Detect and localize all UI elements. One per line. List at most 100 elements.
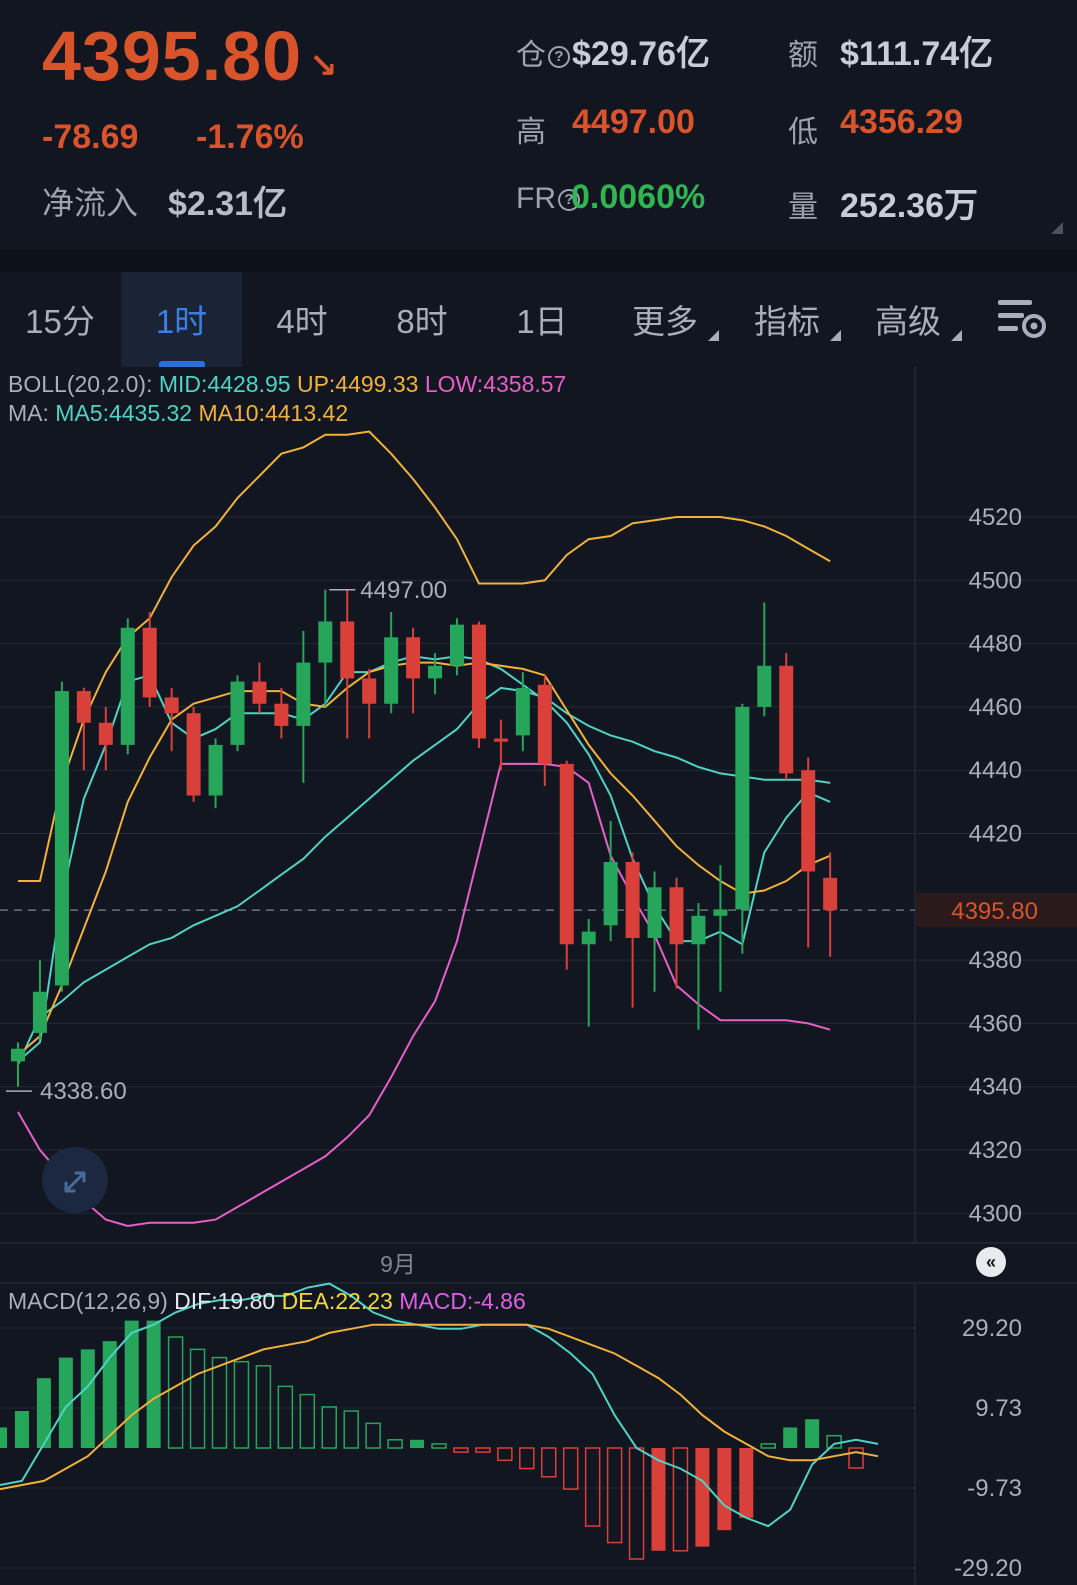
high-value: 4497.00 [572,103,695,141]
x-axis-date-label: 9月 [380,1251,416,1277]
candle-down [142,627,157,698]
macd-bar-negative [453,1447,469,1453]
candle-down [274,703,289,726]
price-tick-label: 4420 [969,821,1022,848]
candle-down [559,763,574,945]
macd-bar-positive [0,1427,7,1449]
ticker-header: 4395.80 ↘ -78.69 -1.76% 净流入 $2.31亿 仓? $2… [0,0,1077,250]
tab-advanced[interactable]: 高级 [858,272,962,367]
scroll-to-latest-icon[interactable]: « [976,1247,1006,1277]
candle-up [32,991,47,1033]
high-marker-label: 4497.00 [360,577,447,604]
series-line-ma5 [17,655,831,1063]
macd-bar-negative [628,1447,645,1560]
macd-bar-positive [321,1406,337,1449]
macd-bar-negative [541,1447,557,1478]
macd-bar-negative [519,1447,535,1470]
netflow-label: 净流入 [42,185,139,221]
candle-up [515,687,530,736]
boll-legend: BOLL(20,2.0): MID:4428.95 UP:4499.33 LOW… [8,371,567,397]
macd-bar-positive [14,1411,29,1449]
down-arrow-icon: ↘ [309,47,338,85]
high-label: 高 [516,116,546,149]
macd-bar-positive [805,1419,820,1449]
divider [0,250,1077,272]
candle-up [735,706,750,910]
price-tick-label: 4520 [969,504,1022,531]
candle-down [98,722,113,745]
volume-value: 252.36万 [840,187,978,225]
open-interest-value: $29.76亿 [572,35,710,73]
macd-bar-negative [606,1447,623,1544]
macd-bar-positive [410,1439,425,1449]
candle-up [691,915,706,945]
candle-up [318,621,333,663]
turnover-label: 额 [788,39,818,72]
kline-chart[interactable]: 4520 4500 4480 4460 4440 4420 4380 4360 4340 4320… [0,367,1077,1585]
price-tick-label: 4340 [969,1074,1022,1101]
macd-bar-positive [387,1439,403,1449]
macd-tick-label: 9.73 [975,1395,1022,1422]
last-price: 4395.80 [42,17,303,95]
candle-up [581,931,596,945]
low-label: 低 [788,116,818,149]
macd-bar-positive [783,1427,798,1449]
tab-more[interactable]: 更多 [615,272,719,367]
series-line-up [18,430,831,882]
expand-corner-icon[interactable] [1051,222,1063,234]
tab-indicators[interactable]: 指标 [737,272,841,367]
price-tick-label: 4460 [969,694,1022,721]
candle-up [384,637,399,704]
candle-up [11,1048,25,1062]
candle-down [362,678,377,704]
netflow-value: $2.31亿 [168,185,288,223]
turnover-value: $111.74亿 [840,35,994,73]
dropdown-icon [951,330,962,341]
candle-down [537,684,552,764]
price-change: -78.69 [42,118,139,156]
candle-up [603,861,618,926]
candle-down [823,877,838,911]
macd-tick-label: -9.73 [967,1475,1022,1502]
candle-down [406,637,421,679]
macd-bar-negative [848,1447,864,1469]
open-interest-label[interactable]: 仓? [516,30,572,74]
chart-settings-icon[interactable] [998,298,1048,342]
candle-up [450,624,464,666]
price-tick-label: 4300 [969,1200,1022,1227]
help-icon[interactable]: ? [548,46,570,69]
candle-down [779,665,794,774]
tab-1h[interactable]: 1时 [121,272,242,367]
volume-label: 量 [788,191,818,224]
candle-up [713,909,728,916]
tab-4h[interactable]: 4时 [242,272,362,367]
macd-bar-negative [584,1447,601,1527]
macd-bar-negative [717,1448,732,1531]
candle-up [757,665,772,707]
low-marker-label: 4338.60 [40,1078,127,1105]
tab-8h[interactable]: 8时 [362,272,482,367]
candle-up [428,665,443,679]
macd-bar-positive [431,1443,447,1449]
macd-bar-positive [277,1385,294,1449]
candle-down [471,624,486,739]
macd-bar-positive [80,1349,95,1449]
series-line-ma10 [17,661,831,1056]
ma-legend: MA: MA5:4435.32 MA10:4413.42 [8,400,349,426]
dropdown-icon [830,330,841,341]
price-change-pct: -1.76% [196,118,304,156]
tab-15m[interactable]: 15分 [0,272,120,367]
interval-tabs: 15分 1时 4时 8时 1日 更多 指标 高级 [0,272,1077,367]
macd-bar-positive [167,1336,184,1449]
candle-down [625,861,640,938]
macd-bar-positive [365,1422,381,1449]
macd-tick-label: 29.20 [962,1315,1022,1342]
series-line-mid [17,686,831,1065]
tab-1d[interactable]: 1日 [482,272,602,367]
fullscreen-button[interactable] [42,1147,108,1213]
candle-up [296,662,311,726]
candle-up [54,691,69,986]
macd-bar-positive [189,1348,206,1449]
candle-down [340,621,355,679]
price-tick-label: 4480 [969,631,1022,658]
